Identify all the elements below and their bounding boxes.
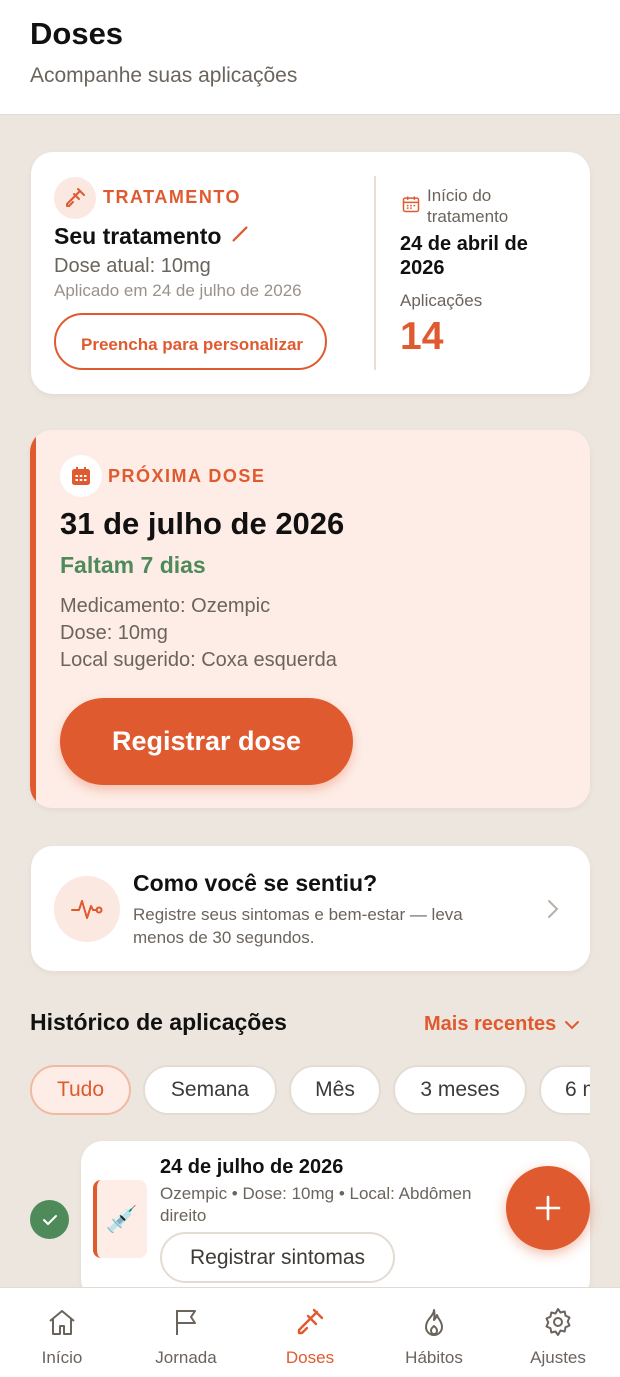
feel-question: Como você se sentiu? [133, 870, 378, 896]
flame-icon [418, 1306, 450, 1343]
next-dose-card: PRÓXIMA DOSE 31 de julho de 2026 Faltam … [30, 430, 590, 808]
calendar-icon [60, 455, 102, 497]
treatment-tag: TRATAMENTO [103, 187, 241, 207]
gear-icon [542, 1306, 574, 1343]
site-info: Local sugerido: Coxa esquerda [60, 649, 337, 671]
page-header: Doses Acompanhe suas aplicações [0, 0, 620, 115]
page-title: Doses [30, 16, 124, 51]
edit-pencil-icon[interactable] [229, 223, 251, 250]
nav-label: Ajustes [530, 1348, 586, 1367]
chevron-down-icon [564, 1013, 580, 1036]
dropper-icon [294, 1306, 326, 1343]
filter-chip-6-meses[interactable]: 6 meses [539, 1065, 590, 1115]
next-dose-tag: PRÓXIMA DOSE [108, 466, 266, 486]
start-label: Início do tratamento [427, 186, 509, 226]
applications-count: 14 [400, 315, 444, 358]
filter-chip-3-meses[interactable]: 3 meses [393, 1065, 527, 1115]
page-subtitle: Acompanhe suas aplicações [30, 64, 298, 87]
applied-on: Aplicado em 24 de julho de 2026 [54, 281, 302, 300]
home-icon [46, 1306, 78, 1343]
bottom-nav: Início Jornada Doses Hábitos Ajustes [0, 1287, 620, 1377]
feel-card[interactable]: Como você se sentiu? Registre seus sinto… [31, 846, 590, 971]
sort-dropdown[interactable]: Mais recentes [424, 1013, 580, 1036]
heartbeat-icon [54, 876, 120, 942]
check-icon [30, 1200, 69, 1239]
calendar-icon [401, 194, 421, 219]
feel-description: Registre seus sintomas e bem-estar — lev… [133, 905, 463, 947]
nav-label: Hábitos [405, 1348, 463, 1367]
divider [374, 176, 376, 370]
entry-date: 24 de julho de 2026 [160, 1156, 344, 1178]
current-dose: Dose atual: 10mg [54, 255, 211, 277]
nav-item-ajustes[interactable]: Ajustes [496, 1288, 620, 1377]
add-button[interactable] [506, 1166, 590, 1250]
accent-bar [30, 430, 36, 808]
nav-item-inicio[interactable]: Início [0, 1288, 124, 1377]
filter-chips: Tudo Semana Mês 3 meses 6 meses [30, 1065, 590, 1117]
nav-label: Jornada [155, 1348, 217, 1367]
history-title: Histórico de aplicações [30, 1009, 287, 1035]
dropper-icon [54, 177, 96, 219]
plus-icon [535, 1195, 561, 1221]
sort-label: Mais recentes [424, 1013, 557, 1035]
treatment-name: Seu tratamento [54, 223, 222, 249]
nav-item-jornada[interactable]: Jornada [124, 1288, 248, 1377]
personalize-button[interactable]: Preencha para personalizar [54, 313, 327, 370]
start-date: 24 de abril de 2026 [400, 233, 528, 279]
nav-item-habitos[interactable]: Hábitos [372, 1288, 496, 1377]
nav-label: Doses [285, 1348, 335, 1367]
filter-chip-semana[interactable]: Semana [143, 1065, 277, 1115]
register-symptoms-button[interactable]: Registrar sintomas [160, 1232, 395, 1283]
dose-info: Dose: 10mg [60, 622, 168, 644]
entry-detail: Ozempic • Dose: 10mg • Local: Abdômen di… [160, 1184, 472, 1225]
chevron-right-icon [546, 898, 560, 925]
medication-info: Medicamento: Ozempic [60, 595, 271, 617]
applications-label: Aplicações [400, 291, 483, 310]
register-dose-button[interactable]: Registrar dose [60, 698, 353, 785]
next-dose-date: 31 de julho de 2026 [60, 506, 345, 541]
nav-item-doses[interactable]: Doses [248, 1288, 372, 1377]
syringe-icon: 💉 [93, 1180, 147, 1258]
filter-chip-mes[interactable]: Mês [289, 1065, 381, 1115]
filter-chip-tudo[interactable]: Tudo [30, 1065, 131, 1115]
treatment-card: TRATAMENTO Seu tratamento Dose atual: 10… [31, 152, 590, 394]
days-remaining: Faltam 7 dias [60, 552, 206, 578]
nav-label: Início [41, 1348, 83, 1367]
flag-icon [170, 1306, 202, 1343]
